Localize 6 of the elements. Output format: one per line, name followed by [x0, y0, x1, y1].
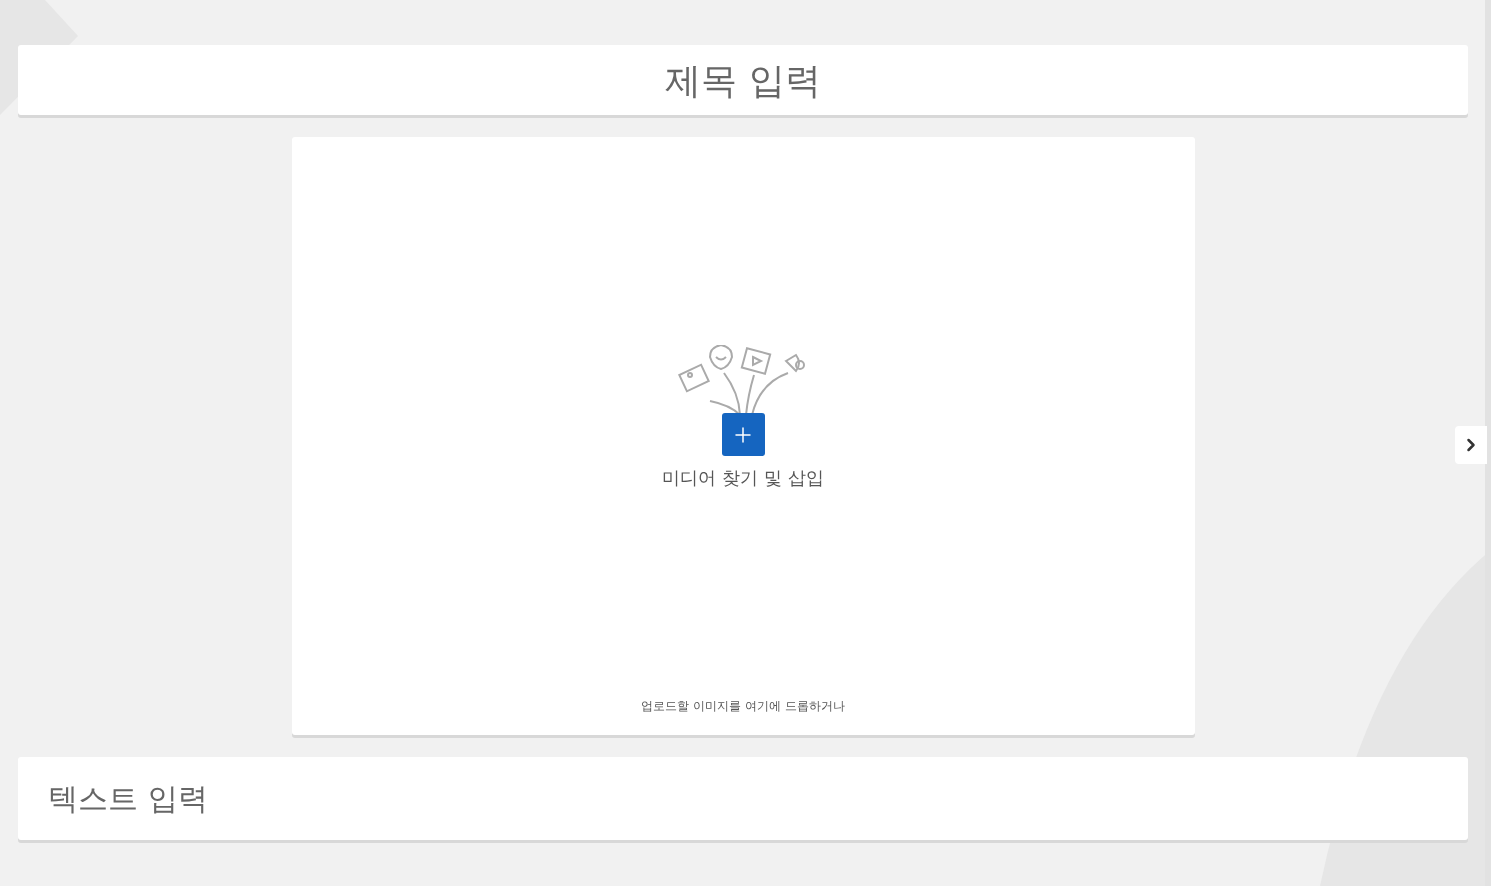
text-field[interactable]: 텍스트 입력: [18, 757, 1468, 840]
expand-panel-button[interactable]: [1455, 426, 1487, 464]
add-media-button[interactable]: [721, 413, 765, 456]
media-label: 미디어 찾기 및 삽입: [662, 466, 824, 490]
title-field[interactable]: 제목 입력: [18, 45, 1468, 115]
drop-hint: 업로드할 이미지를 여기에 드롭하거나: [641, 698, 845, 715]
